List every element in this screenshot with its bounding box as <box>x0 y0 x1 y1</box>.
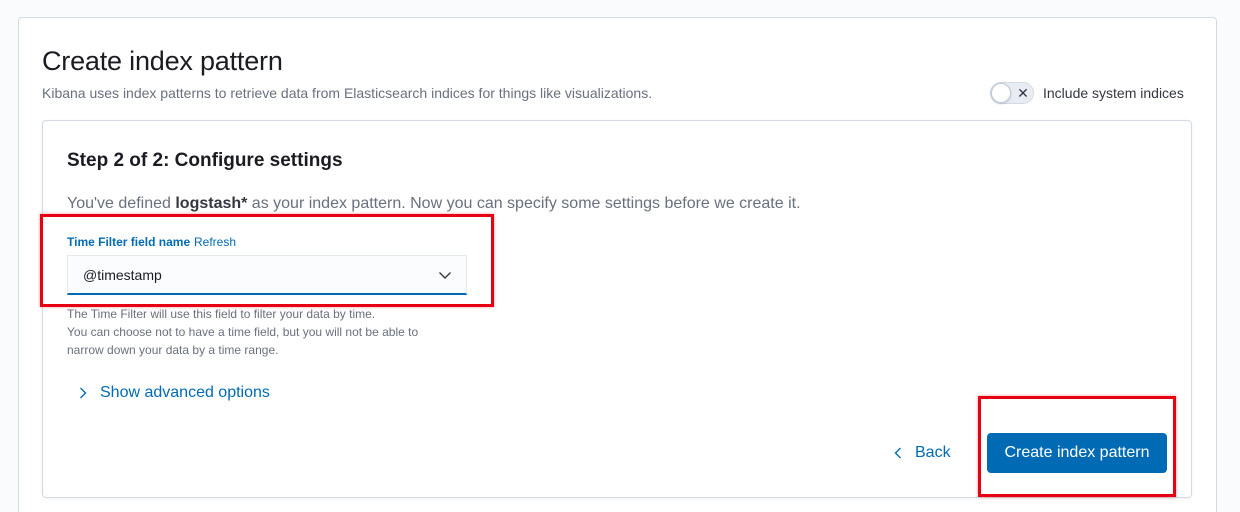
highlight-box-time-filter <box>40 214 494 307</box>
page-title: Create index pattern <box>42 46 283 76</box>
toggle-switch[interactable]: ✕ <box>990 82 1034 104</box>
show-advanced-options-toggle[interactable]: Show advanced options <box>78 383 270 403</box>
step-title: Step 2 of 2: Configure settings <box>67 150 343 171</box>
toggle-knob <box>991 83 1011 103</box>
page-description: Kibana uses index patterns to retrieve d… <box>42 85 653 101</box>
step-description: You've defined logstash* as your index p… <box>67 195 801 213</box>
step-desc-suffix: as your index pattern. Now you can speci… <box>247 195 801 212</box>
cross-icon: ✕ <box>1017 85 1029 101</box>
index-pattern-name: logstash* <box>175 195 248 212</box>
step-desc-prefix: You've defined <box>67 195 176 212</box>
help-line: narrow down your data by a time range. <box>67 343 279 357</box>
include-system-indices-toggle[interactable]: ✕ Include system indices <box>990 82 1184 104</box>
chevron-right-icon <box>80 387 87 399</box>
show-advanced-options-label: Show advanced options <box>100 384 270 401</box>
highlight-box-create-button <box>978 396 1176 497</box>
time-filter-help-text: The Time Filter will use this field to f… <box>67 305 467 359</box>
back-label: Back <box>915 444 951 461</box>
back-button[interactable]: Back <box>893 441 951 465</box>
include-system-indices-label: Include system indices <box>1043 85 1184 101</box>
chevron-left-icon <box>894 447 901 459</box>
help-line: You can choose not to have a time field,… <box>67 325 419 339</box>
help-line: The Time Filter will use this field to f… <box>67 307 376 321</box>
